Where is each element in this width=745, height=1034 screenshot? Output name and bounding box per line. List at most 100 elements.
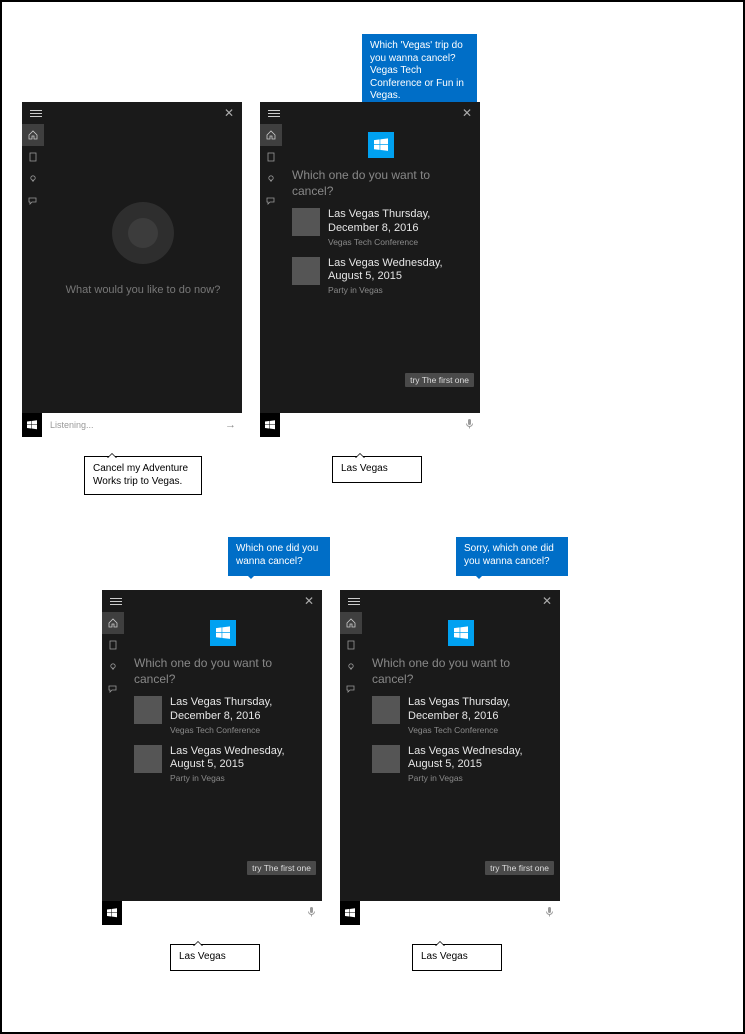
sidebar-feedback[interactable] (102, 678, 124, 700)
titlebar: ✕ (340, 590, 560, 612)
trip-title: Las Vegas Wednesday, August 5, 2015 (328, 257, 474, 285)
trip-thumbnail (292, 257, 320, 285)
notebook-icon (266, 152, 276, 162)
sidebar-lightbulb[interactable] (260, 168, 282, 190)
trip-list: Las Vegas Thursday, December 8, 2016 Veg… (292, 208, 474, 305)
sidebar-lightbulb[interactable] (102, 656, 124, 678)
close-icon[interactable]: ✕ (224, 106, 234, 120)
hamburger-icon[interactable] (110, 598, 122, 605)
windows-logo-icon (27, 420, 37, 430)
sidebar-home[interactable] (260, 124, 282, 146)
trip-thumbnail (372, 745, 400, 773)
trip-option-1[interactable]: Las Vegas Wednesday, August 5, 2015 Part… (372, 745, 554, 784)
close-icon[interactable]: ✕ (462, 106, 472, 120)
app-tile-icon (368, 132, 394, 158)
sidebar (340, 612, 362, 901)
trip-option-1[interactable]: Las Vegas Wednesday, August 5, 2015 Part… (292, 257, 474, 296)
trip-title: Las Vegas Wednesday, August 5, 2015 (408, 745, 554, 773)
sidebar-notebook[interactable] (22, 146, 44, 168)
user-speech-bubble-3: Las Vegas (170, 944, 260, 971)
home-icon (108, 618, 118, 628)
trip-subtitle: Party in Vegas (408, 773, 554, 783)
trip-thumbnail (134, 745, 162, 773)
trip-option-0[interactable]: Las Vegas Thursday, December 8, 2016 Veg… (372, 696, 554, 735)
input-bar: Listening... → (22, 413, 242, 437)
feedback-icon (346, 684, 356, 694)
sidebar-lightbulb[interactable] (340, 656, 362, 678)
sidebar-feedback[interactable] (22, 190, 44, 212)
sidebar-home[interactable] (22, 124, 44, 146)
search-input[interactable]: Listening... (50, 420, 221, 430)
trip-subtitle: Vegas Tech Conference (408, 725, 554, 735)
start-button[interactable] (102, 901, 122, 925)
disambiguation-question: Which one do you want to cancel? (292, 168, 474, 199)
home-icon (346, 618, 356, 628)
try-hint: try The first one (405, 373, 474, 387)
lightbulb-icon (346, 662, 356, 672)
close-icon[interactable]: ✕ (542, 594, 552, 608)
cortana-prompt: What would you like to do now? (44, 284, 242, 296)
trip-subtitle: Vegas Tech Conference (328, 237, 474, 247)
app-tile-icon (210, 620, 236, 646)
user-speech-bubble-4: Las Vegas (412, 944, 502, 971)
start-button[interactable] (22, 413, 42, 437)
lightbulb-icon (108, 662, 118, 672)
mic-icon[interactable] (307, 906, 316, 921)
trip-subtitle: Vegas Tech Conference (170, 725, 316, 735)
sidebar-notebook[interactable] (102, 634, 124, 656)
input-bar (340, 901, 560, 925)
feedback-icon (266, 196, 276, 206)
close-icon[interactable]: ✕ (304, 594, 314, 608)
hamburger-icon[interactable] (30, 110, 42, 117)
home-icon (266, 130, 276, 140)
titlebar: ✕ (22, 102, 242, 124)
home-icon (28, 130, 38, 140)
cortana-panel-2: ✕ Which one do you want to cancel? L (260, 102, 480, 437)
windows-logo-icon (265, 420, 275, 430)
submit-arrow-icon[interactable]: → (225, 419, 236, 431)
windows-logo-icon (107, 908, 117, 918)
trip-option-0[interactable]: Las Vegas Thursday, December 8, 2016 Veg… (292, 208, 474, 247)
hamburger-icon[interactable] (348, 598, 360, 605)
sidebar-feedback[interactable] (260, 190, 282, 212)
start-button[interactable] (260, 413, 280, 437)
sidebar-home[interactable] (340, 612, 362, 634)
trip-option-0[interactable]: Las Vegas Thursday, December 8, 2016 Veg… (134, 696, 316, 735)
sidebar-home[interactable] (102, 612, 124, 634)
try-hint: try The first one (485, 861, 554, 875)
sidebar-lightbulb[interactable] (22, 168, 44, 190)
sidebar-feedback[interactable] (340, 678, 362, 700)
lightbulb-icon (266, 174, 276, 184)
trip-title: Las Vegas Wednesday, August 5, 2015 (170, 745, 316, 773)
cortana-panel-4: ✕ Which one do you want to cancel? L (340, 590, 560, 925)
feedback-icon (28, 196, 38, 206)
trip-subtitle: Party in Vegas (170, 773, 316, 783)
trip-subtitle: Party in Vegas (328, 285, 474, 295)
notebook-icon (108, 640, 118, 650)
mic-icon[interactable] (545, 906, 554, 921)
disambiguation-question: Which one do you want to cancel? (134, 656, 316, 687)
start-button[interactable] (340, 901, 360, 925)
sidebar-notebook[interactable] (260, 146, 282, 168)
lightbulb-icon (28, 174, 38, 184)
cortana-voice-bubble-4: Sorry, which one did you wanna cancel? (456, 537, 568, 576)
app-tile-icon (448, 620, 474, 646)
trip-option-1[interactable]: Las Vegas Wednesday, August 5, 2015 Part… (134, 745, 316, 784)
titlebar: ✕ (102, 590, 322, 612)
cortana-ring-icon (112, 202, 174, 264)
cortana-panel-1: ✕ What would you like to do now? Listeni… (22, 102, 242, 437)
document-frame: ✕ What would you like to do now? Listeni… (0, 0, 745, 1034)
trip-thumbnail (292, 208, 320, 236)
sidebar-notebook[interactable] (340, 634, 362, 656)
trip-list: Las Vegas Thursday, December 8, 2016 Veg… (134, 696, 316, 793)
hamburger-icon[interactable] (268, 110, 280, 117)
cortana-panel-3: ✕ Which one do you want to cancel? L (102, 590, 322, 925)
mic-icon[interactable] (465, 418, 474, 433)
trip-list: Las Vegas Thursday, December 8, 2016 Veg… (372, 696, 554, 793)
cortana-voice-bubble-3: Which one did you wanna cancel? (228, 537, 330, 576)
notebook-icon (28, 152, 38, 162)
notebook-icon (346, 640, 356, 650)
trip-title: Las Vegas Thursday, December 8, 2016 (328, 208, 474, 236)
sidebar (260, 124, 282, 413)
titlebar: ✕ (260, 102, 480, 124)
